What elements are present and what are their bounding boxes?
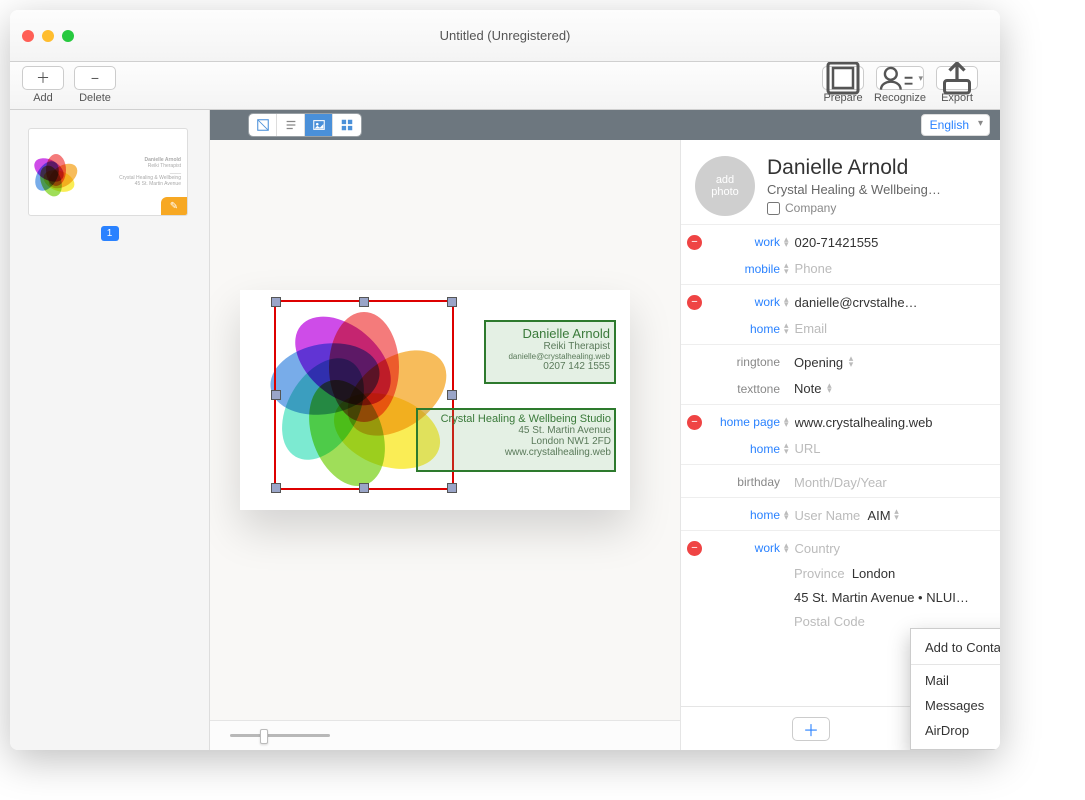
- zoom-icon[interactable]: [62, 30, 74, 42]
- business-card: Danielle Arnold Reiki Therapist danielle…: [240, 290, 630, 510]
- texttone-value[interactable]: Note ▴▾: [794, 381, 986, 396]
- remove-email-button[interactable]: −: [687, 295, 702, 310]
- share-mail[interactable]: Mail: [911, 664, 1000, 693]
- delete-button[interactable]: − Delete: [74, 66, 116, 104]
- card-text-block-1[interactable]: Danielle Arnold Reiki Therapist danielle…: [484, 320, 616, 384]
- address-street[interactable]: 45 St. Martin Avenue • NLUI…: [794, 590, 986, 605]
- email-label-home[interactable]: home: [704, 322, 784, 336]
- updown-icon[interactable]: ▴▾: [784, 237, 789, 248]
- birthday-label: birthday: [704, 475, 784, 489]
- share-airdrop[interactable]: AirDrop: [911, 718, 1000, 743]
- zoom-bar: [210, 720, 680, 750]
- homepage-value[interactable]: www.crystalhealing.web: [795, 415, 986, 430]
- main-toolbar: ＋ Add − Delete Prepare ▾ Recognize Expor…: [10, 62, 1000, 110]
- url-label-home[interactable]: home: [704, 442, 784, 456]
- card-thumbnail[interactable]: Danielle ArnoldReiki Therapist____Crysta…: [28, 128, 188, 216]
- im-value[interactable]: User Name AIM ▴▾: [795, 508, 986, 523]
- view-mode-crop[interactable]: [249, 114, 277, 136]
- titlebar: Untitled (Unregistered): [10, 10, 1000, 62]
- remove-address-button[interactable]: −: [687, 541, 702, 556]
- updown-icon[interactable]: ▴▾: [784, 323, 789, 334]
- contact-subtitle[interactable]: Crystal Healing & Wellbeing…: [767, 182, 957, 197]
- updown-icon[interactable]: ▴▾: [784, 543, 789, 554]
- contact-name[interactable]: Danielle Arnold: [767, 156, 986, 180]
- ringtone-label: ringtone: [704, 355, 784, 369]
- language-dropdown[interactable]: English: [921, 114, 990, 136]
- window-title: Untitled (Unregistered): [10, 28, 1000, 43]
- zoom-slider[interactable]: [230, 734, 330, 737]
- view-mode-grid[interactable]: [333, 114, 361, 136]
- page-badge: 1: [101, 226, 119, 241]
- app-window: Untitled (Unregistered) ＋ Add − Delete P…: [10, 10, 1000, 750]
- pencil-icon: ✎: [161, 197, 187, 215]
- updown-icon[interactable]: ▴▾: [784, 263, 789, 274]
- window-controls: [10, 30, 74, 42]
- updown-icon[interactable]: ▴▾: [784, 510, 789, 521]
- content-area: Danielle ArnoldReiki Therapist____Crysta…: [10, 110, 1000, 750]
- view-toolbar: English: [210, 110, 1000, 140]
- im-label-home[interactable]: home: [704, 508, 784, 522]
- export-button[interactable]: Export: [936, 66, 978, 104]
- homepage-label[interactable]: home page: [704, 415, 784, 429]
- updown-icon[interactable]: ▴▾: [784, 297, 789, 308]
- card-text-block-2[interactable]: Crystal Healing & Wellbeing Studio 45 St…: [416, 408, 616, 472]
- updown-icon[interactable]: ▴▾: [784, 417, 789, 428]
- company-checkbox[interactable]: Company: [767, 201, 986, 215]
- address-label-work[interactable]: work: [704, 541, 784, 555]
- share-messages[interactable]: Messages: [911, 693, 1000, 718]
- share-menu: Add to Contacts Mail Messages AirDrop: [910, 628, 1000, 750]
- share-add-contacts[interactable]: Add to Contacts: [911, 635, 1000, 660]
- address-country[interactable]: Country: [795, 541, 986, 556]
- add-button[interactable]: ＋ Add: [22, 66, 64, 104]
- add-field-button[interactable]: ＋: [792, 717, 830, 741]
- address-province-city[interactable]: Province London: [794, 566, 986, 581]
- ringtone-value[interactable]: Opening ▴▾: [794, 355, 986, 370]
- thumbnail-sidebar: Danielle ArnoldReiki Therapist____Crysta…: [10, 110, 210, 750]
- phone-label-work[interactable]: work: [704, 235, 784, 249]
- texttone-label: texttone: [704, 382, 784, 396]
- view-mode-image[interactable]: [305, 114, 333, 136]
- phone-work-value[interactable]: 020-71421555: [795, 235, 986, 250]
- address-postal[interactable]: Postal Code: [794, 614, 986, 629]
- recognize-button[interactable]: ▾ Recognize: [874, 66, 926, 104]
- editor-pane: English: [210, 110, 1000, 750]
- email-label-work[interactable]: work: [704, 295, 784, 309]
- avatar[interactable]: add photo: [695, 156, 755, 216]
- canvas[interactable]: Danielle Arnold Reiki Therapist danielle…: [210, 140, 680, 750]
- view-mode-text[interactable]: [277, 114, 305, 136]
- birthday-placeholder[interactable]: Month/Day/Year: [794, 475, 986, 490]
- remove-homepage-button[interactable]: −: [687, 415, 702, 430]
- phone-mobile-placeholder[interactable]: Phone: [795, 261, 986, 276]
- prepare-button[interactable]: Prepare: [822, 66, 864, 104]
- close-icon[interactable]: [22, 30, 34, 42]
- email-home-placeholder[interactable]: Email: [795, 321, 986, 336]
- remove-phone-button[interactable]: −: [687, 235, 702, 250]
- email-work-value[interactable]: danielle@crvstalhe…: [795, 295, 986, 310]
- phone-label-mobile[interactable]: mobile: [704, 262, 784, 276]
- url-home-placeholder[interactable]: URL: [795, 441, 986, 456]
- minimize-icon[interactable]: [42, 30, 54, 42]
- updown-icon[interactable]: ▴▾: [784, 443, 789, 454]
- view-mode-segment: [248, 113, 362, 137]
